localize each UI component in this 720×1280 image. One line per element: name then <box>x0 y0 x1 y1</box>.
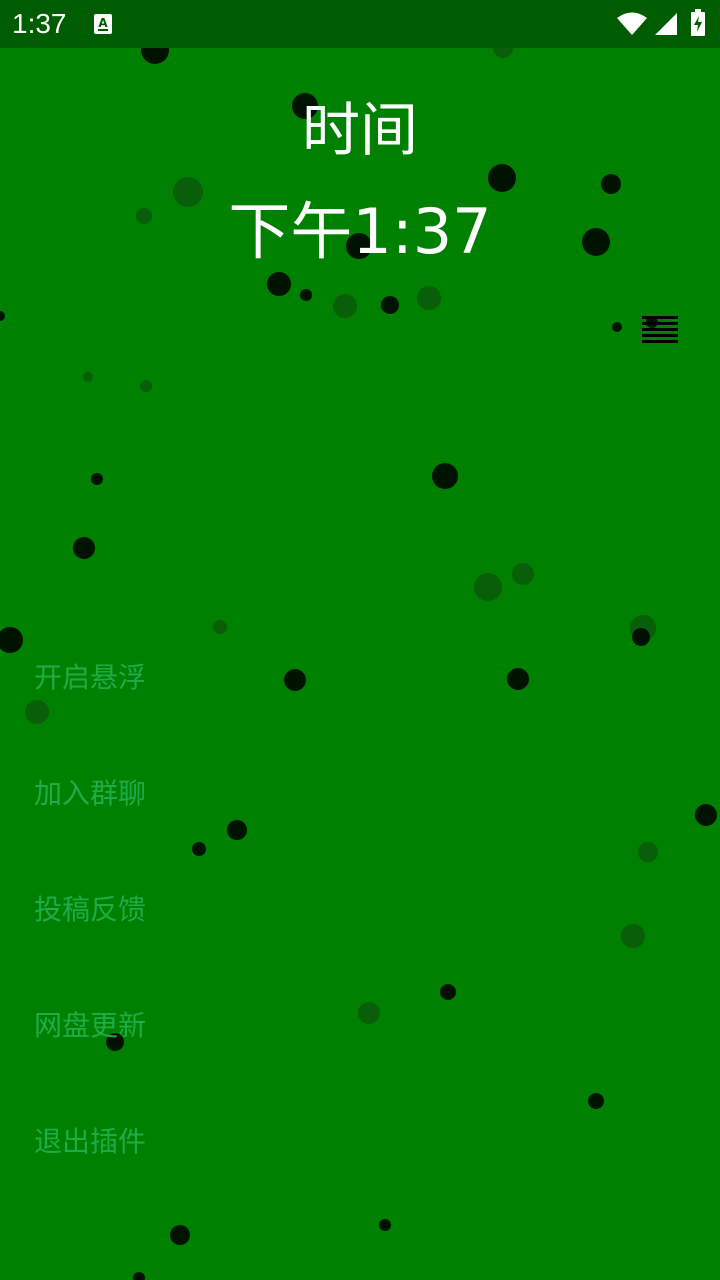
menu-list: 开启悬浮 加入群聊 投稿反馈 网盘更新 退出插件 <box>34 650 146 1230</box>
menu-button[interactable] <box>636 310 684 350</box>
clock-display: 下午1:37 <box>228 195 492 268</box>
bubble <box>267 272 291 296</box>
menu-item-cloud-update[interactable]: 网盘更新 <box>34 998 146 1114</box>
bubble <box>300 289 312 301</box>
bubble <box>227 820 247 840</box>
cell-signal-icon <box>655 13 677 35</box>
page-title: 时间 <box>301 96 418 164</box>
bubble <box>612 322 622 332</box>
app-notification-icon: A <box>94 14 112 34</box>
bubble <box>381 296 399 314</box>
menu-item-exit-plugin[interactable]: 退出插件 <box>34 1114 146 1230</box>
menu-item-enable-float[interactable]: 开启悬浮 <box>34 650 146 766</box>
bubble <box>170 1225 190 1245</box>
bubble <box>440 984 456 1000</box>
bubble <box>73 537 95 559</box>
status-bar: 1:37 A <box>0 0 720 48</box>
bubble <box>91 473 103 485</box>
bubble <box>632 628 650 646</box>
bubble <box>213 620 227 634</box>
bubble <box>621 924 645 948</box>
bubble <box>512 563 534 585</box>
bubble <box>417 286 441 310</box>
bubble <box>358 1002 380 1024</box>
bubble <box>333 294 357 318</box>
bubble <box>695 804 717 826</box>
menu-item-join-group[interactable]: 加入群聊 <box>34 766 146 882</box>
bubble <box>488 164 516 192</box>
bubble <box>284 669 306 691</box>
status-time: 1:37 <box>12 8 67 39</box>
bubble <box>83 372 93 382</box>
bubble <box>379 1219 391 1231</box>
bubble <box>133 1272 145 1280</box>
battery-charging-icon <box>691 9 705 36</box>
bubble <box>638 842 658 862</box>
bubble <box>588 1093 604 1109</box>
bubble <box>432 463 458 489</box>
bubble <box>140 380 152 392</box>
bubble <box>507 668 529 690</box>
bubble <box>192 842 206 856</box>
bubble <box>474 573 502 601</box>
bubble <box>0 311 5 321</box>
bubble <box>0 627 23 653</box>
wifi-icon <box>617 12 647 35</box>
svg-text:A: A <box>98 16 108 30</box>
bubble <box>601 174 621 194</box>
menu-item-feedback[interactable]: 投稿反馈 <box>34 882 146 998</box>
